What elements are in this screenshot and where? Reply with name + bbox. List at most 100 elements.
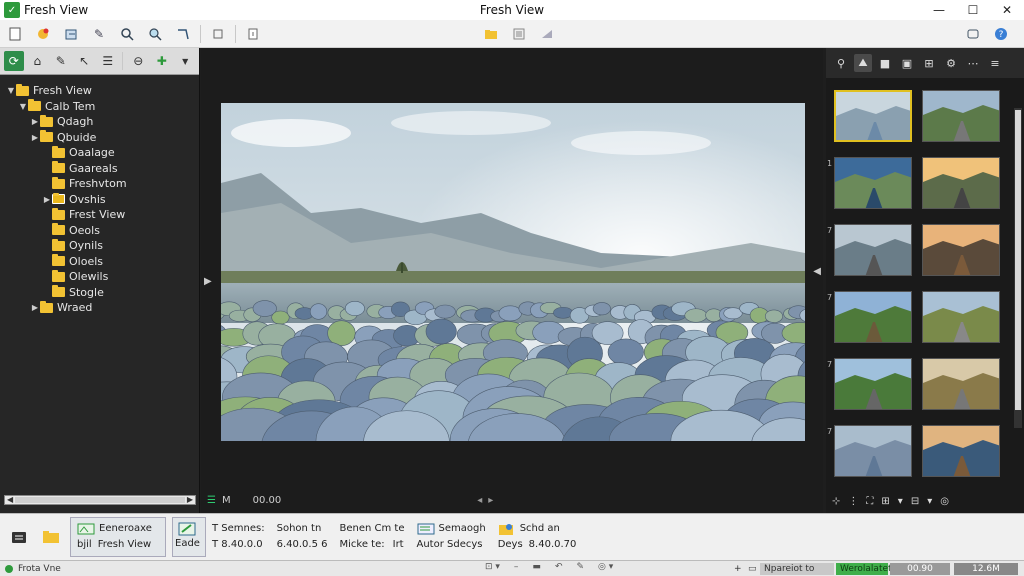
expand-right-icon[interactable]: ▶ [30, 133, 40, 142]
tree-item[interactable]: Frest View [0, 207, 199, 223]
dropdown-icon[interactable]: ▼ [175, 51, 195, 71]
photo-icon[interactable]: ⛰ [854, 54, 872, 72]
crop-icon[interactable] [207, 23, 229, 45]
tools-icon[interactable]: ✎ [88, 23, 110, 45]
tree-item[interactable]: Freshvtom [0, 176, 199, 192]
tree-item[interactable]: ▶ Qbuide [0, 130, 199, 146]
scrollbar-thumb[interactable] [15, 497, 185, 503]
thumbnail[interactable] [834, 90, 912, 142]
mode-box[interactable]: Eade [172, 517, 206, 557]
tree-item[interactable]: ▶ Qdagh [0, 114, 199, 130]
help-icon[interactable]: ? [990, 23, 1012, 45]
thumbnail-scrollbar[interactable] [1014, 108, 1022, 428]
thumbnail-footer-control[interactable]: ⊹ [832, 496, 840, 507]
thumbnail-footer-control[interactable]: ▾ [927, 496, 932, 507]
list-icon[interactable]: ☰ [98, 51, 118, 71]
info-c3-top: Benen Cm te [339, 523, 405, 534]
folder-icon[interactable]: ■ [876, 54, 894, 72]
minimize-button[interactable]: — [922, 0, 956, 20]
expand-down-icon[interactable]: ▼ [6, 86, 16, 95]
info-c3-bot-b: Irt [392, 539, 404, 550]
thumbnail-footer-control[interactable]: ▾ [898, 496, 903, 507]
print-icon[interactable] [242, 23, 264, 45]
thumbnail-footer-control[interactable]: ⊟ [911, 496, 919, 507]
tree-item[interactable]: ▶ Wraed [0, 300, 199, 316]
pebble [684, 308, 708, 323]
zoom-fit-icon[interactable]: ⊡ ▾ [485, 562, 500, 572]
screen-icon[interactable]: ▭ [744, 563, 761, 575]
tree-item[interactable]: Oloels [0, 254, 199, 270]
tree-item[interactable]: Olewils [0, 269, 199, 285]
filter-icon[interactable]: ⊖ [128, 51, 148, 71]
tree-item[interactable]: ▶ Ovshis [0, 192, 199, 208]
next-image-icon[interactable]: ▸ [488, 495, 493, 506]
color-icon[interactable] [32, 23, 54, 45]
file-info-box[interactable]: Eeneroaxe bjil Fresh View [70, 517, 166, 557]
thumbnail[interactable] [922, 291, 1000, 343]
tree-item[interactable]: ▼ Fresh View [0, 83, 199, 99]
sync-icon[interactable]: ⟳ [4, 51, 24, 71]
scrollbar-thumb[interactable] [1015, 110, 1021, 410]
thumbnail-footer-control[interactable]: ⋮ [848, 496, 858, 507]
bar-icon[interactable]: ▬ [532, 562, 541, 572]
thumbnail-footer-control[interactable]: ⛶ [866, 496, 873, 507]
tree-item[interactable]: Oynils [0, 238, 199, 254]
horizontal-scrollbar[interactable]: ◀ ▶ [4, 495, 196, 505]
list-icon[interactable] [508, 23, 530, 45]
expand-left-panel-icon[interactable]: ▶ [204, 276, 212, 287]
tree-item[interactable]: Oeols [0, 223, 199, 239]
scroll-left-icon[interactable]: ◀ [7, 495, 13, 504]
scroll-right-icon[interactable]: ▶ [187, 495, 193, 504]
export-icon[interactable] [60, 23, 82, 45]
expand-right-icon[interactable]: ▶ [42, 195, 52, 204]
brush-icon[interactable]: ✎ [576, 562, 584, 572]
tree-item[interactable]: Stogle [0, 285, 199, 301]
search-icon[interactable] [116, 23, 138, 45]
edit-icon[interactable] [172, 23, 194, 45]
pen-icon[interactable]: ✎ [51, 51, 71, 71]
main-photo[interactable] [221, 103, 805, 441]
grid-icon[interactable]: ⊞ [920, 54, 938, 72]
folder-icon[interactable] [42, 529, 60, 545]
thumbnail[interactable] [922, 90, 1000, 142]
new-icon[interactable] [4, 23, 26, 45]
rotate-icon[interactable]: ↶ [555, 562, 563, 572]
thumbnail-footer-control[interactable]: ⊞ [881, 496, 889, 507]
zoom-icon[interactable] [144, 23, 166, 45]
tag-icon[interactable]: ⌂ [28, 51, 48, 71]
window-icon[interactable] [962, 23, 984, 45]
thumbnail[interactable] [834, 358, 912, 410]
pin-icon[interactable]: ⚲ [832, 54, 850, 72]
film-icon[interactable]: ▣ [898, 54, 916, 72]
plus-icon[interactable]: ✚ [152, 51, 172, 71]
thumbnail[interactable] [834, 425, 912, 477]
open-folder-icon[interactable] [480, 23, 502, 45]
thumbnail[interactable] [922, 224, 1000, 276]
thumbnail[interactable] [922, 157, 1000, 209]
close-button[interactable]: ✕ [990, 0, 1024, 20]
settings-icon[interactable]: ⚙ [942, 54, 960, 72]
minus-icon[interactable]: – [514, 562, 519, 572]
expand-right-icon[interactable]: ▶ [30, 117, 40, 126]
thumbnail[interactable] [834, 224, 912, 276]
tree-item[interactable]: ▼ Calb Tem [0, 99, 199, 115]
more-icon[interactable]: ⋯ [964, 54, 982, 72]
thumbnail-footer-control[interactable]: ◎ [940, 496, 949, 507]
prev-image-icon[interactable]: ◂ [477, 495, 482, 506]
expand-right-icon[interactable]: ▶ [30, 303, 40, 312]
tree-item[interactable]: Oaalage [0, 145, 199, 161]
thumbnail[interactable] [834, 291, 912, 343]
thumbnail[interactable] [834, 157, 912, 209]
maximize-button[interactable]: ☐ [956, 0, 990, 20]
thumbnail[interactable] [922, 425, 1000, 477]
thumbnail[interactable] [922, 358, 1000, 410]
pointer-icon[interactable]: ↖ [75, 51, 95, 71]
document-icon[interactable] [10, 529, 28, 545]
menu-icon[interactable]: ≡ [986, 54, 1004, 72]
expand-right-panel-icon[interactable]: ◀ [813, 266, 821, 277]
tree-item[interactable]: Gaareals [0, 161, 199, 177]
send-icon[interactable] [536, 23, 558, 45]
expand-down-icon[interactable]: ▼ [18, 102, 28, 111]
globe-icon[interactable]: ◎ ▾ [598, 562, 613, 572]
status-list-icon[interactable]: ☰ [207, 495, 216, 506]
